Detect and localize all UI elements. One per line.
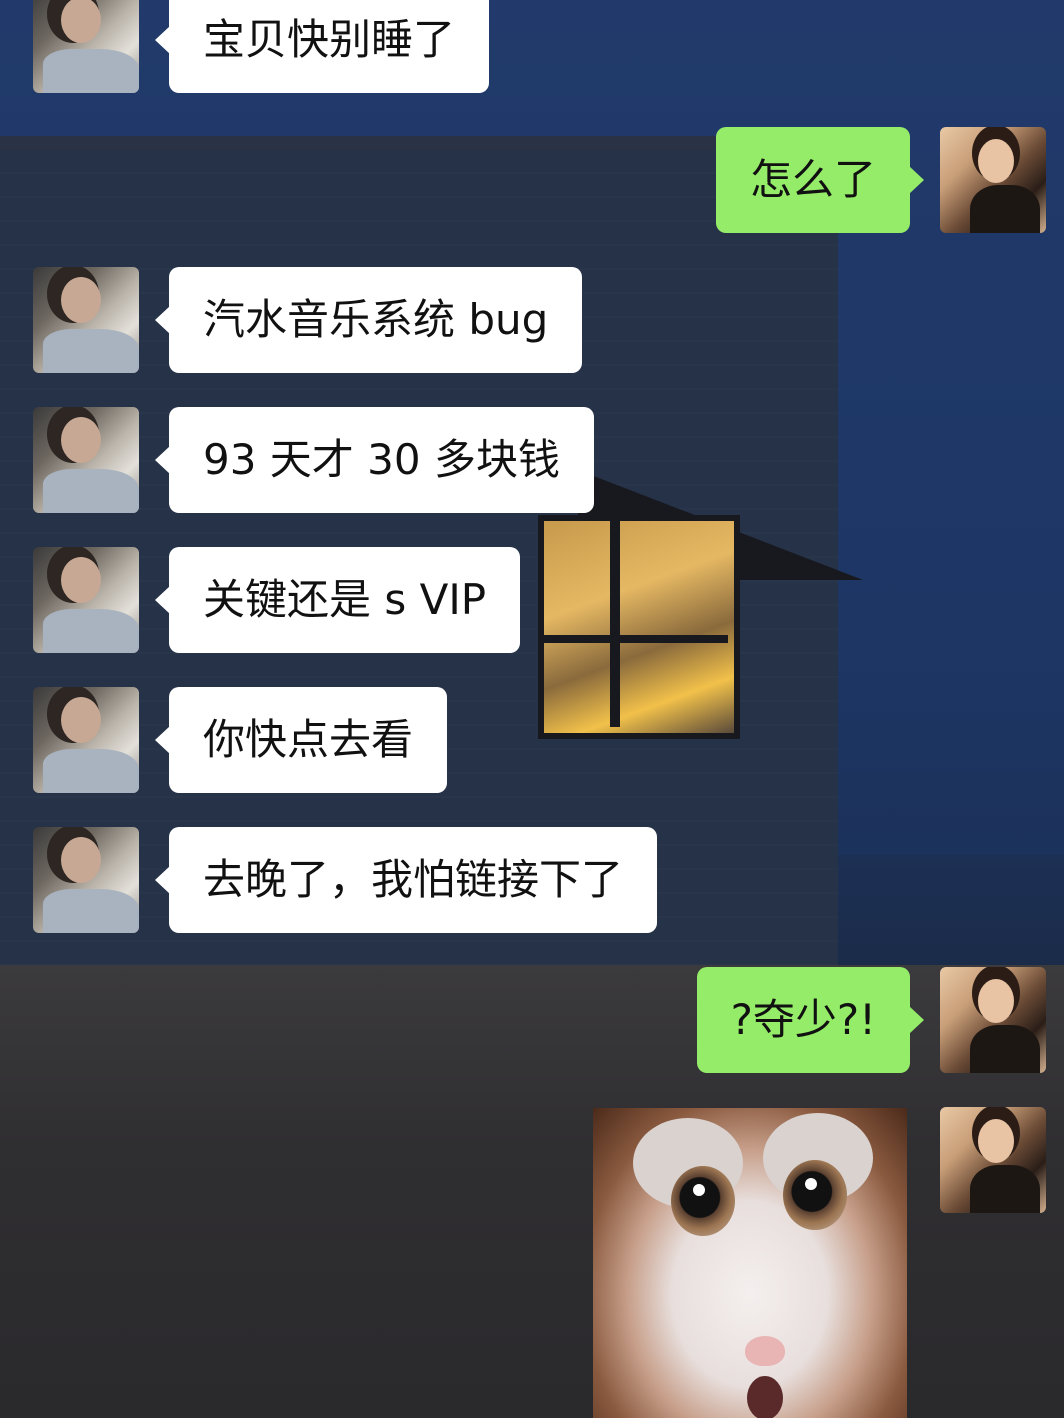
contact-avatar[interactable] [33, 0, 139, 93]
contact-avatar[interactable] [33, 687, 139, 793]
avatar-face [978, 979, 1014, 1023]
avatar-face [61, 277, 101, 323]
message-bubble-outgoing[interactable]: ?夺少?! [696, 967, 925, 1073]
avatar-body [970, 185, 1040, 233]
avatar-face [61, 417, 101, 463]
message-row-incoming: 你快点去看 [0, 687, 1064, 793]
contact-avatar[interactable] [33, 547, 139, 653]
message-bubble-outgoing[interactable]: 怎么了 [715, 127, 925, 233]
message-row-incoming: 关键还是 s VIP [0, 547, 1064, 653]
message-bubble-incoming[interactable]: 93 天才 30 多块钱 [155, 407, 594, 513]
my-avatar[interactable] [940, 127, 1046, 233]
avatar-face [61, 0, 101, 43]
my-avatar[interactable] [940, 1107, 1046, 1213]
avatar-body [970, 1165, 1040, 1213]
sticker-cat-eye [671, 1166, 735, 1236]
contact-avatar[interactable] [33, 267, 139, 373]
avatar-face [61, 557, 101, 603]
avatar-face [61, 697, 101, 743]
message-bubble-incoming[interactable]: 去晚了，我怕链接下了 [154, 827, 658, 933]
avatar-body [970, 1025, 1040, 1073]
contact-avatar[interactable] [33, 407, 139, 513]
avatar-face [61, 837, 101, 883]
message-row-outgoing: 怎么了 [0, 127, 1064, 233]
message-bubble-incoming[interactable]: 宝贝快别睡了 [154, 0, 490, 93]
avatar-body [43, 609, 139, 653]
avatar-body [43, 889, 139, 933]
avatar-face [978, 1119, 1014, 1163]
message-row-incoming: 去晚了，我怕链接下了 [0, 827, 1064, 933]
avatar-body [43, 49, 139, 93]
message-row-incoming: 93 天才 30 多块钱 [0, 407, 1064, 513]
avatar-body [43, 329, 139, 373]
message-row-incoming: 汽水音乐系统 bug [0, 267, 1064, 373]
my-avatar[interactable] [940, 967, 1046, 1073]
message-bubble-incoming[interactable]: 你快点去看 [154, 687, 448, 793]
message-bubble-incoming[interactable]: 关键还是 s VIP [154, 547, 521, 653]
sticker-cat-eye [783, 1160, 847, 1230]
sticker-cat-mouth [747, 1376, 783, 1418]
message-row-incoming: 宝贝快别睡了 [0, 0, 1064, 93]
message-bubble-incoming[interactable]: 汽水音乐系统 bug [154, 267, 583, 373]
sticker-cat-nose [745, 1336, 785, 1366]
avatar-face [978, 139, 1014, 183]
contact-avatar[interactable] [33, 827, 139, 933]
message-row-outgoing: ?夺少?! [0, 967, 1064, 1073]
avatar-body [43, 749, 139, 793]
surprised-cat-sticker[interactable] [593, 1108, 907, 1418]
avatar-body [43, 469, 139, 513]
